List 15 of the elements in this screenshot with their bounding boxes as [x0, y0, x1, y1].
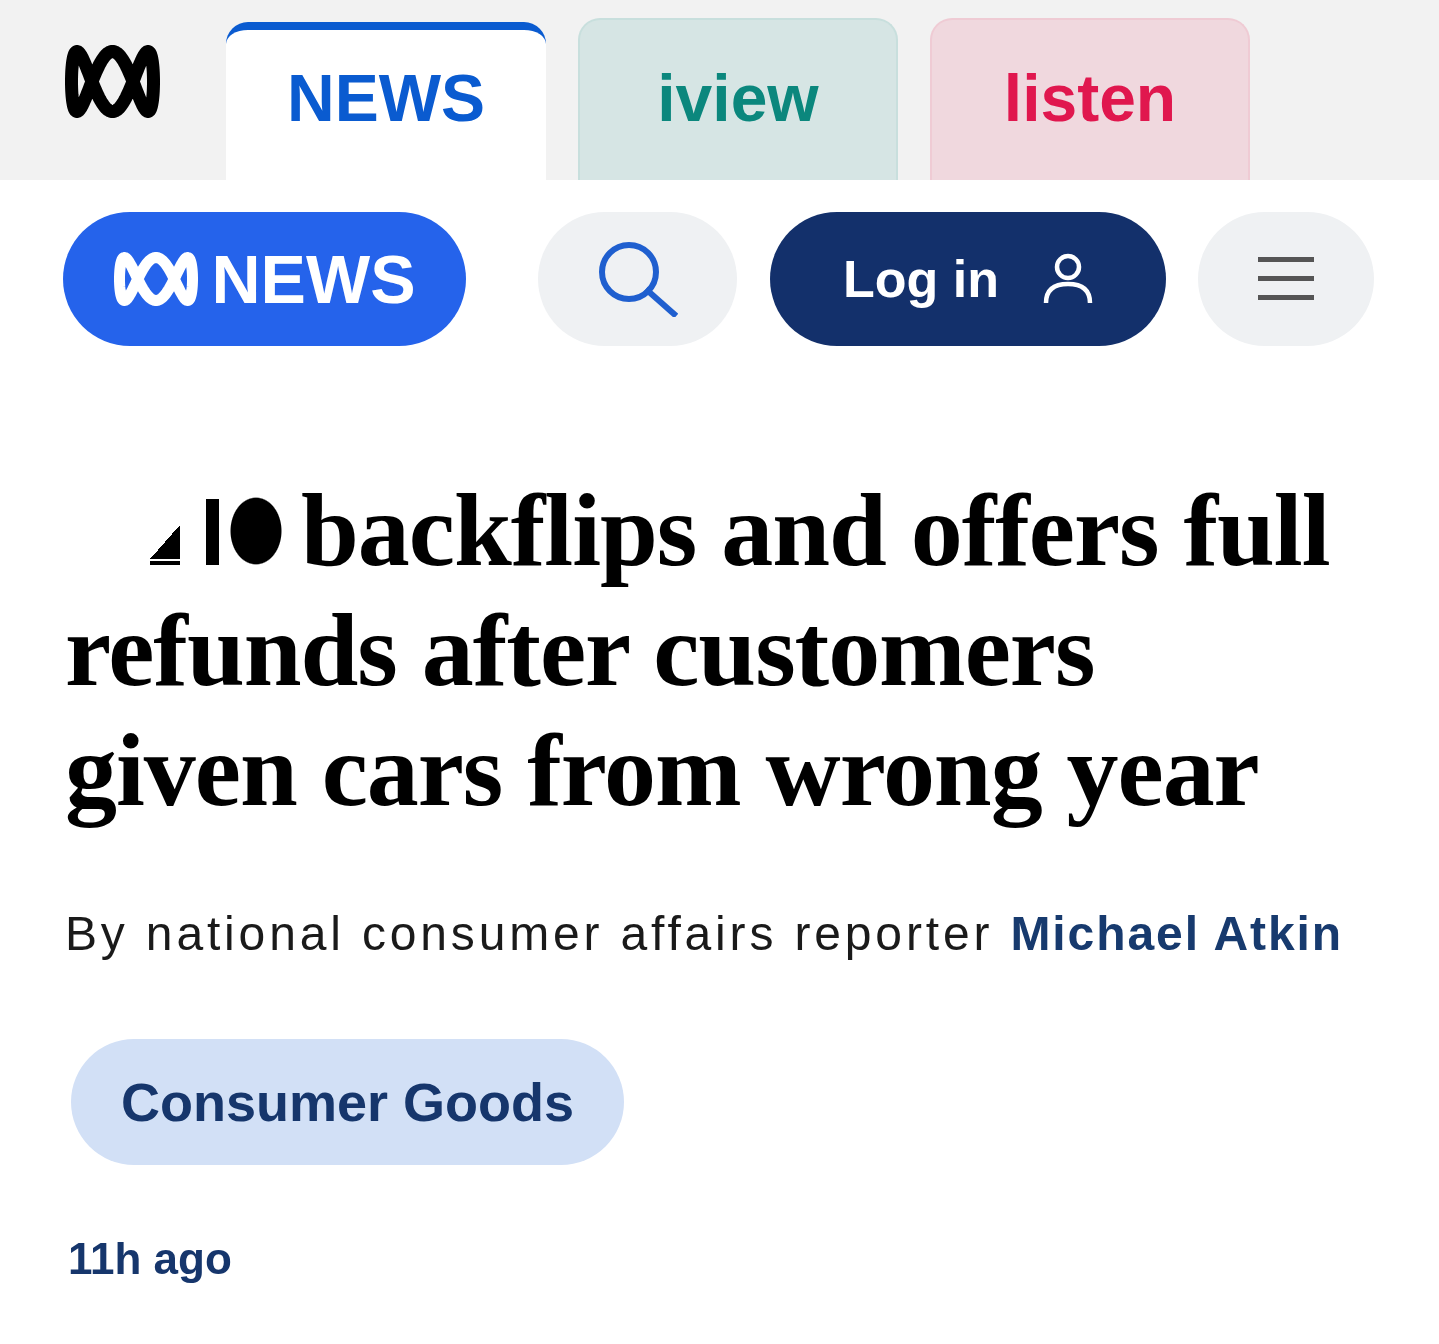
home-button[interactable]: NEWS — [63, 212, 466, 346]
topic-tag[interactable]: Consumer Goods — [71, 1039, 625, 1165]
headline: backflips and offers full refunds after customers given cars from wrong year — [65, 470, 1340, 830]
site-tab[interactable]: iview — [578, 18, 898, 180]
loop-logo-icon — [113, 252, 198, 306]
author-link[interactable]: Michael Atkin — [1010, 907, 1343, 960]
loop-logo-icon — [65, 45, 160, 118]
site-tab[interactable]: NEWS — [226, 22, 546, 180]
byline: By national consumer affairs reporter Michael Atkin — [65, 906, 1344, 962]
search-icon — [597, 241, 678, 317]
site-tab[interactable]: listen — [930, 18, 1250, 180]
timestamp: 11h ago — [68, 1233, 232, 1285]
login-button[interactable]: Log in — [770, 212, 1166, 346]
menu-icon — [1258, 257, 1314, 301]
user-icon — [1042, 253, 1093, 305]
